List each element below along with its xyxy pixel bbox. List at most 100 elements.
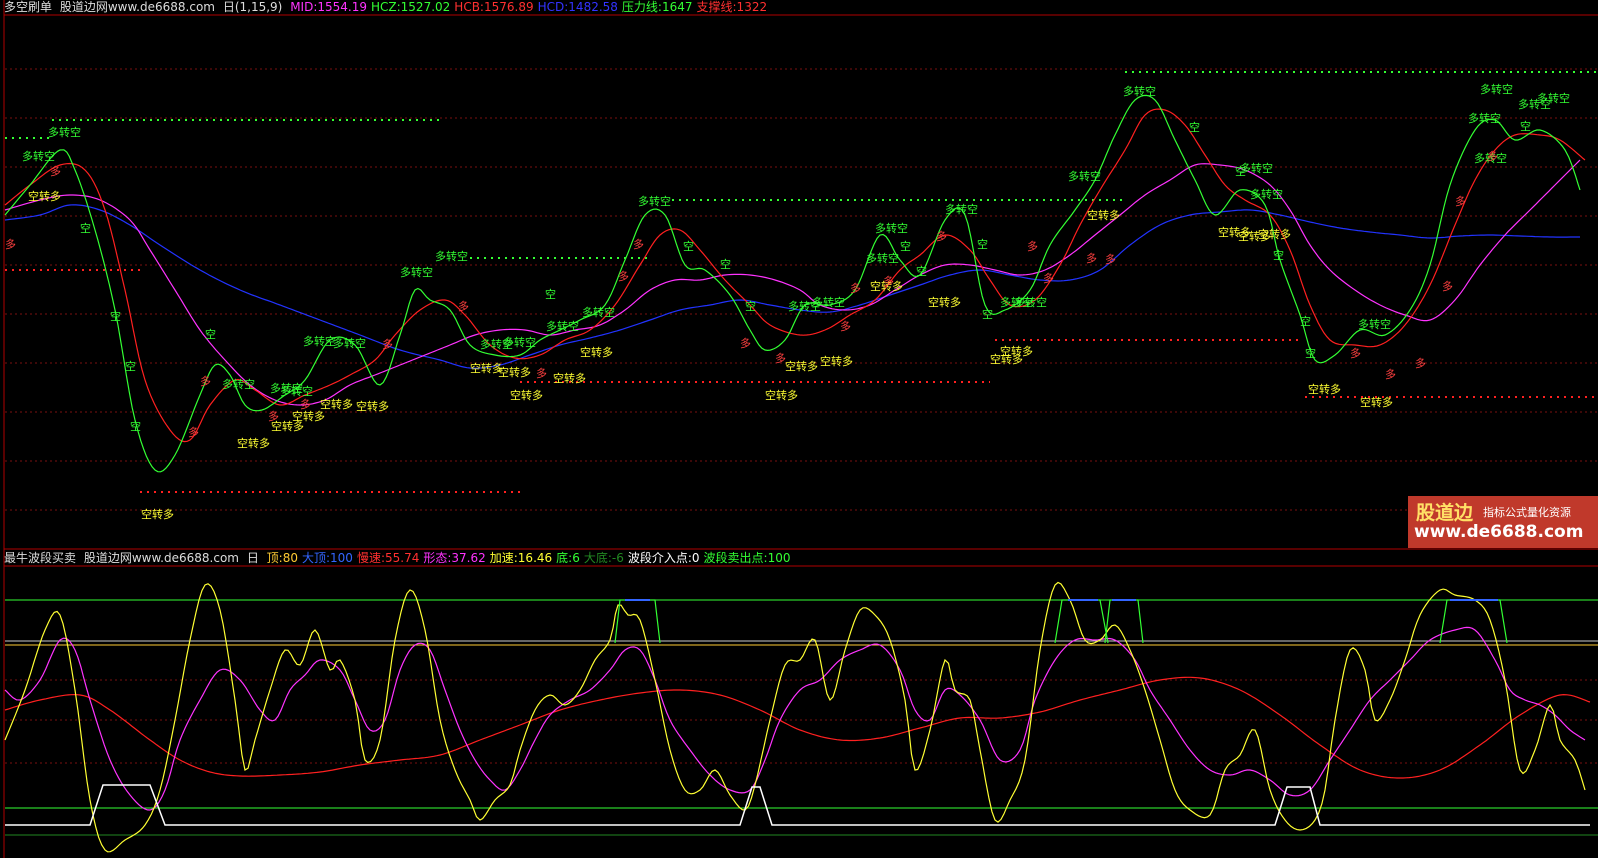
- short-signal-mark: 空: [1520, 119, 1531, 133]
- short-signal-mark: 空: [205, 327, 216, 341]
- sell-signal-label: 多转空: [866, 251, 899, 265]
- sell-signal-label: 多转空: [1358, 317, 1391, 331]
- sell-signal-label: 多转空: [1480, 82, 1513, 96]
- short-signal-mark: 空: [110, 309, 121, 323]
- long-signal-mark: 多: [188, 425, 199, 439]
- band-exit-step: [1054, 599, 1109, 644]
- sell-signal-label: 多转空: [1250, 187, 1283, 201]
- long-signal-mark: 多: [1487, 149, 1498, 163]
- sell-signal-label: 多转空: [435, 249, 468, 263]
- short-signal-mark: 空: [900, 239, 911, 253]
- sell-signal-label: 多转空: [222, 377, 255, 391]
- buy-signal-label: 空转多: [292, 409, 325, 423]
- bottom-grid: [5, 599, 1598, 836]
- short-signal-mark: 空: [130, 419, 141, 433]
- brand-watermark: 股道边 指标公式量化资源 www.de6688.com: [1408, 496, 1598, 548]
- buy-signal-label: 空转多: [785, 359, 818, 373]
- long-signal-mark: 多: [1350, 346, 1361, 360]
- short-signal-mark: 空: [545, 287, 556, 301]
- sell-signal-label: 多转空: [1068, 169, 1101, 183]
- short-signal-mark: 空: [1305, 346, 1316, 360]
- long-signal-mark: 多: [936, 229, 947, 243]
- long-signal-mark: 多: [200, 374, 211, 388]
- sell-signal-label: 多转空: [333, 336, 366, 350]
- buy-signal-label: 空转多: [356, 399, 389, 413]
- sell-signal-label: 多转空: [582, 305, 615, 319]
- sell-signal-label: 多转空: [22, 149, 55, 163]
- short-signal-mark: 空: [916, 264, 927, 278]
- band-exit-step: [1439, 599, 1508, 644]
- long-signal-mark: 多: [536, 366, 547, 380]
- short-signal-mark: 空: [977, 237, 988, 251]
- buy-signal-label: 空转多: [320, 397, 353, 411]
- short-signal-mark: 空: [1189, 120, 1200, 134]
- short-signal-mark: 空: [1300, 314, 1311, 328]
- sell-signal-label: 多转空: [875, 221, 908, 235]
- sell-signal-label: 多转空: [945, 202, 978, 216]
- chart-frame: [3, 0, 1598, 858]
- buy-signal-label: 空转多: [141, 507, 174, 521]
- buy-signal-label: 空转多: [498, 365, 531, 379]
- sell-signal-label: 多转空: [1014, 295, 1047, 309]
- support-resistance-lines: [5, 71, 1598, 493]
- sell-signal-label: 多转空: [788, 299, 821, 313]
- buy-signal-label: 空转多: [928, 295, 961, 309]
- top-indicator-lines: [4, 94, 1586, 473]
- long-signal-mark: 多: [458, 299, 469, 313]
- sell-signal-label: 多转空: [48, 125, 81, 139]
- long-signal-mark: 多: [1105, 252, 1116, 266]
- long-signal-mark: 多: [740, 336, 751, 350]
- long-signal-mark: 多: [775, 351, 786, 365]
- short-signal-mark: 空: [125, 359, 136, 373]
- long-signal-mark: 多: [850, 281, 861, 295]
- buy-signal-label: 空转多: [237, 436, 270, 450]
- watermark-url: www.de6688.com: [1414, 522, 1584, 542]
- long-signal-mark: 多: [382, 337, 393, 351]
- sell-signal-label: 多转空: [1123, 84, 1156, 98]
- sell-signal-label: 多转空: [400, 265, 433, 279]
- buy-signal-label: 空转多: [510, 388, 543, 402]
- short-signal-mark: 空: [982, 307, 993, 321]
- long-signal-mark: 多: [268, 409, 279, 423]
- long-signal-mark: 多: [50, 164, 61, 178]
- long-signal-mark: 多: [633, 237, 644, 251]
- watermark-brand: 股道边: [1416, 502, 1474, 524]
- long-signal-mark: 多: [1043, 271, 1054, 285]
- long-signal-mark: 多: [883, 274, 894, 288]
- long-signal-mark: 多: [1415, 356, 1426, 370]
- sell-signal-label: 多转空: [1468, 111, 1501, 125]
- sell-signal-label: 多转空: [270, 381, 303, 395]
- bottom-indicator-lines: [4, 581, 1591, 853]
- band-entry-line: [5, 784, 1590, 826]
- long-signal-mark: 多: [1027, 239, 1038, 253]
- buy-signal-label: 空转多: [1087, 208, 1120, 222]
- buy-signal-label: 空转多: [1308, 382, 1341, 396]
- long-signal-mark: 多: [1385, 367, 1396, 381]
- long-signal-mark: 多: [1086, 251, 1097, 265]
- buy-signal-label: 空转多: [1000, 344, 1033, 358]
- buy-signal-label: 空转多: [820, 354, 853, 368]
- buy-signal-label: 空转多: [28, 189, 61, 203]
- sell-signal-label: 多转空: [303, 334, 336, 348]
- sell-signal-label: 多转空: [1537, 91, 1570, 105]
- indicator-chart[interactable]: 多转空多转空多转空多转空多转空多转空多转空多转空多转空多转空多转空多转空多转空多…: [0, 0, 1598, 858]
- short-signal-mark: 空: [1273, 248, 1284, 262]
- long-signal-mark: 多: [618, 269, 629, 283]
- long-signal-mark: 多: [840, 319, 851, 333]
- signal-labels: 多转空多转空多转空多转空多转空多转空多转空多转空多转空多转空多转空多转空多转空多…: [5, 82, 1570, 521]
- long-signal-mark: 多: [300, 397, 311, 411]
- long-signal-mark: 多: [1442, 279, 1453, 293]
- acceleration-line: [4, 581, 1586, 853]
- short-signal-mark: 空: [1235, 164, 1246, 178]
- sell-signal-label: 多转空: [503, 335, 536, 349]
- long-signal-mark: 多: [1455, 194, 1466, 208]
- short-signal-mark: 空: [683, 239, 694, 253]
- buy-signal-label: 空转多: [1360, 395, 1393, 409]
- short-signal-mark: 空: [80, 221, 91, 235]
- buy-signal-label: 空转多: [765, 388, 798, 402]
- watermark-tagline: 指标公式量化资源: [1483, 506, 1571, 519]
- long-signal-mark: 多: [5, 237, 16, 251]
- short-signal-mark: 空: [745, 299, 756, 313]
- buy-signal-label: 空转多: [1258, 227, 1291, 241]
- hcz-line: [4, 94, 1581, 473]
